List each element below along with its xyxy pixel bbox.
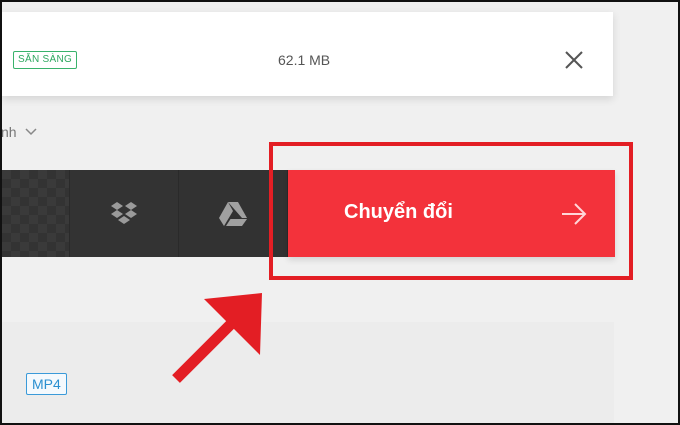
convert-button-label: Chuyển đổi [344, 201, 453, 223]
output-panel [2, 322, 614, 423]
output-format-badge[interactable]: MP4 [26, 373, 67, 395]
upload-source-bar [2, 170, 288, 257]
file-size: 62.1 MB [278, 52, 331, 68]
quality-select-label: nh [2, 124, 17, 140]
status-badge: SẴN SÀNG [13, 51, 78, 69]
arrow-right-icon [562, 203, 587, 225]
app-canvas: SẴN SÀNG 62.1 MB nh Chuyển đổi MP4 [2, 2, 678, 423]
chevron-down-icon [25, 128, 37, 136]
convert-button[interactable]: Chuyển đổi [288, 170, 615, 257]
file-card: SẴN SÀNG 62.1 MB [2, 12, 613, 96]
dropbox-button[interactable] [69, 170, 179, 257]
dropbox-icon [110, 201, 137, 224]
quality-select[interactable]: nh [2, 122, 37, 142]
google-drive-button[interactable] [178, 170, 288, 257]
red-arrow-pointer-icon [172, 293, 262, 383]
close-button[interactable] [563, 49, 585, 71]
google-drive-icon [218, 201, 247, 226]
local-file-button[interactable] [2, 170, 70, 257]
close-icon [565, 51, 583, 69]
